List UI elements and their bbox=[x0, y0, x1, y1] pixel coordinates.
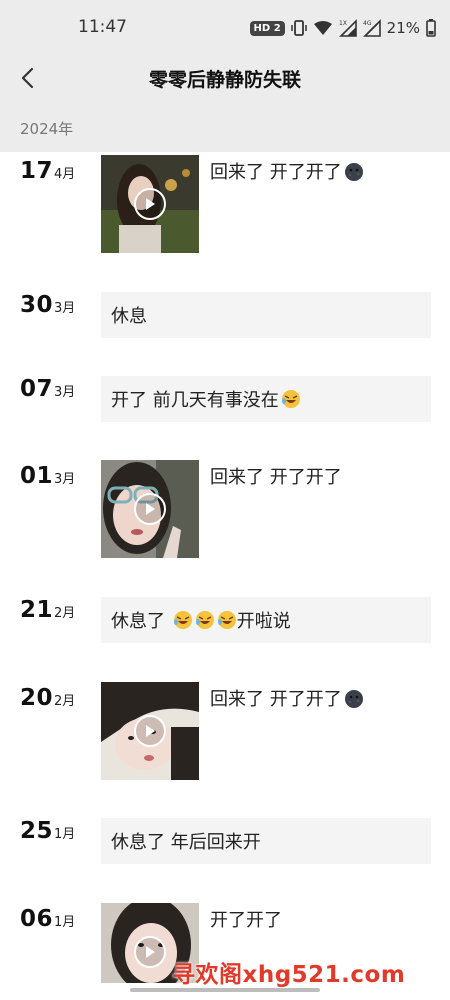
play-icon bbox=[134, 936, 166, 968]
title-bar: 零零后静静防失联 bbox=[0, 52, 450, 104]
date-day: 20 bbox=[20, 685, 54, 711]
date-day: 21 bbox=[20, 597, 54, 623]
svg-text:1X: 1X bbox=[339, 20, 347, 27]
date-month: 3月 bbox=[54, 385, 76, 400]
video-caption: 回来了 开了开了 bbox=[210, 463, 342, 489]
caption-text: 回来了 开了开了 bbox=[210, 467, 342, 488]
play-icon bbox=[134, 715, 166, 747]
date-month: 1月 bbox=[54, 915, 76, 930]
hd-badge: HD 2 bbox=[249, 20, 285, 36]
wifi-icon bbox=[313, 21, 332, 35]
status-bar: 11:47 HD 2 1X 4G 21% bbox=[0, 0, 450, 52]
laugh-cry-emoji bbox=[173, 611, 192, 629]
entry-date: 21 2月 bbox=[20, 597, 75, 623]
date-day: 17 bbox=[20, 158, 54, 184]
post-text-before: 休息了 bbox=[111, 611, 171, 632]
caption-text: 回来了 开了开了 bbox=[210, 689, 342, 710]
post-text: 开了 前几天有事没在 bbox=[111, 390, 279, 411]
vibrate-icon bbox=[290, 20, 307, 36]
post-text: 休息了 年后回来开 bbox=[111, 832, 261, 853]
moon-face-emoji bbox=[344, 690, 363, 708]
status-icons: HD 2 1X 4G 21% bbox=[249, 17, 436, 39]
watermark: 寻欢阁xhg521.com bbox=[172, 962, 406, 988]
date-day: 06 bbox=[20, 906, 54, 932]
date-month: 3月 bbox=[54, 301, 76, 316]
laugh-cry-emoji bbox=[195, 611, 214, 629]
date-day: 25 bbox=[20, 818, 54, 844]
date-day: 30 bbox=[20, 292, 54, 318]
battery-percent: 21% bbox=[386, 19, 420, 37]
video-caption: 回来了 开了开了 bbox=[210, 685, 364, 711]
caption-text: 回来了 开了开了 bbox=[210, 162, 342, 183]
caption-text: 开了开了 bbox=[210, 910, 282, 931]
date-day: 01 bbox=[20, 463, 54, 489]
home-indicator[interactable] bbox=[130, 988, 320, 992]
date-month: 3月 bbox=[54, 472, 76, 487]
entry-date: 07 3月 bbox=[20, 376, 75, 402]
text-post[interactable]: 休息了 开啦说 bbox=[101, 597, 431, 643]
signal-1x-icon: 1X bbox=[339, 19, 357, 37]
video-caption: 开了开了 bbox=[210, 906, 282, 932]
moon-face-emoji bbox=[344, 163, 363, 181]
entry-date: 25 1月 bbox=[20, 818, 75, 844]
video-thumbnail[interactable] bbox=[101, 682, 199, 780]
play-icon bbox=[134, 188, 166, 220]
entry-date: 06 1月 bbox=[20, 906, 75, 932]
year-label: 2024年 bbox=[20, 120, 74, 138]
post-text-after: 开啦说 bbox=[236, 611, 291, 632]
year-header: 2024年 bbox=[0, 104, 450, 152]
svg-text:4G: 4G bbox=[363, 20, 372, 27]
date-month: 2月 bbox=[54, 694, 76, 709]
laugh-cry-emoji bbox=[281, 390, 300, 408]
video-thumbnail[interactable] bbox=[101, 155, 199, 253]
video-thumbnail[interactable] bbox=[101, 460, 199, 558]
post-text: 休息 bbox=[111, 306, 147, 327]
signal-4g-icon: 4G bbox=[363, 19, 381, 37]
battery-icon bbox=[426, 19, 436, 37]
date-month: 2月 bbox=[54, 606, 76, 621]
entry-date: 01 3月 bbox=[20, 463, 75, 489]
play-icon bbox=[134, 493, 166, 525]
date-day: 07 bbox=[20, 376, 54, 402]
entry-date: 20 2月 bbox=[20, 685, 75, 711]
page-title: 零零后静静防失联 bbox=[148, 69, 301, 91]
video-caption: 回来了 开了开了 bbox=[210, 158, 364, 184]
date-month: 1月 bbox=[54, 827, 76, 842]
laugh-cry-emoji bbox=[217, 611, 236, 629]
date-month: 4月 bbox=[54, 167, 76, 182]
text-post[interactable]: 休息了 年后回来开 bbox=[101, 818, 431, 864]
entry-date: 30 3月 bbox=[20, 292, 75, 318]
status-time: 11:47 bbox=[78, 17, 127, 37]
text-post[interactable]: 休息 bbox=[101, 292, 431, 338]
text-post[interactable]: 开了 前几天有事没在 bbox=[101, 376, 431, 422]
entry-date: 17 4月 bbox=[20, 158, 75, 184]
